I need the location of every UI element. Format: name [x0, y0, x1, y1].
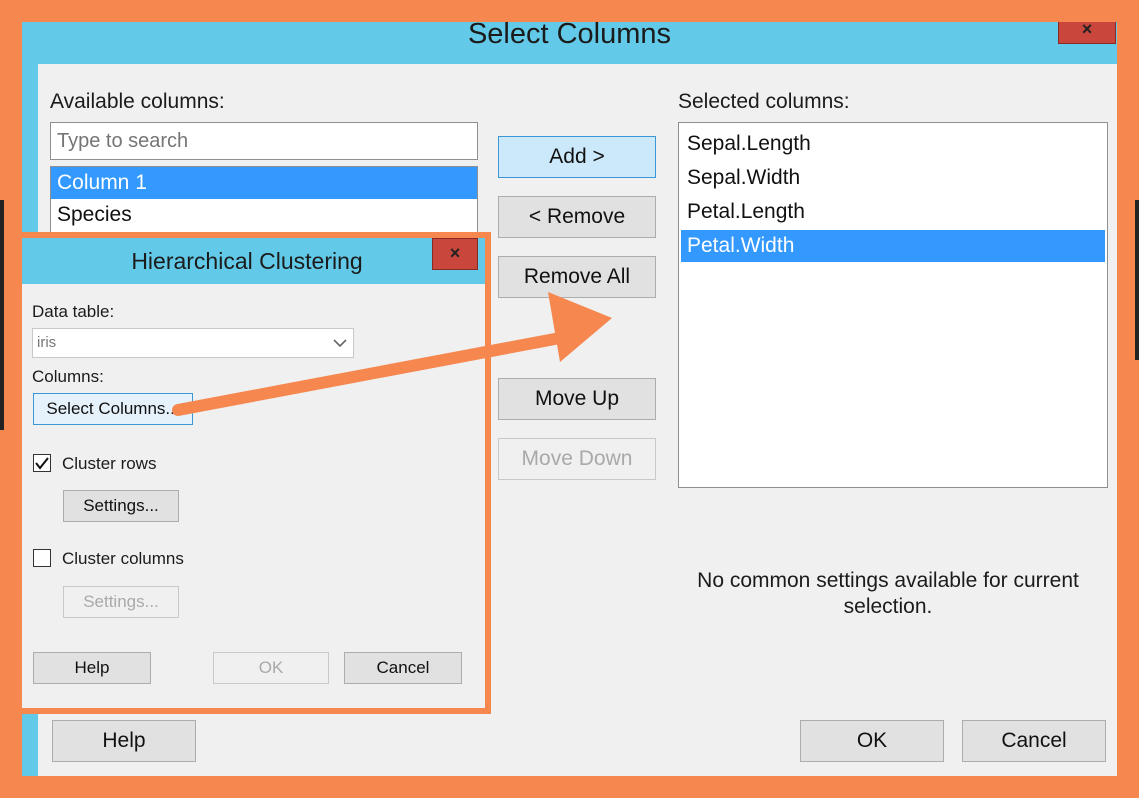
cluster-rows-label: Cluster rows	[62, 454, 157, 473]
background-edge	[0, 200, 4, 430]
move-up-button[interactable]: Move Up	[498, 378, 656, 420]
main-close-button[interactable]: ×	[1058, 18, 1116, 44]
data-table-label: Data table:	[32, 302, 115, 321]
sub-close-button[interactable]: ×	[432, 238, 478, 270]
chevron-down-icon	[333, 339, 347, 348]
close-icon: ×	[1081, 19, 1093, 39]
list-item-sepal-width[interactable]: Sepal.Width	[681, 162, 1105, 194]
columns-label: Columns:	[32, 367, 104, 386]
data-table-value: iris	[37, 334, 57, 351]
remove-all-button[interactable]: Remove All	[498, 256, 656, 298]
add-button[interactable]: Add >	[498, 136, 656, 178]
list-item-petal-length[interactable]: Petal.Length	[681, 196, 1105, 228]
list-item-sepal-length[interactable]: Sepal.Length	[681, 128, 1105, 160]
move-down-button[interactable]: Move Down	[498, 438, 656, 480]
help-button[interactable]: Help	[52, 720, 196, 762]
background-edge	[1135, 200, 1139, 360]
main-dialog-title: Select Columns	[467, 18, 672, 50]
sub-dialog-title: Hierarchical Clustering	[131, 248, 363, 274]
sub-help-button[interactable]: Help	[33, 652, 151, 684]
cluster-columns-settings-button[interactable]: Settings...	[63, 586, 179, 618]
cluster-rows-settings-button[interactable]: Settings...	[63, 490, 179, 522]
cluster-rows-checkbox[interactable]	[33, 454, 51, 472]
select-columns-button[interactable]: Select Columns...	[33, 393, 193, 425]
remove-button[interactable]: < Remove	[498, 196, 656, 238]
ok-button[interactable]: OK	[800, 720, 944, 762]
available-columns-label: Available columns:	[50, 90, 225, 113]
sub-cancel-button[interactable]: Cancel	[344, 652, 462, 684]
close-icon: ×	[449, 243, 461, 263]
list-item-species[interactable]: Species	[51, 199, 477, 231]
cluster-columns-checkbox[interactable]	[33, 549, 51, 567]
settings-message: No common settings available for current…	[697, 569, 1079, 618]
list-item-column-1[interactable]: Column 1	[51, 167, 477, 199]
data-table-select[interactable]: iris	[32, 328, 354, 358]
cancel-button[interactable]: Cancel	[962, 720, 1106, 762]
list-item-petal-width[interactable]: Petal.Width	[681, 230, 1105, 262]
search-input[interactable]	[50, 122, 478, 160]
checkmark-icon	[35, 457, 49, 470]
cluster-columns-label: Cluster columns	[62, 549, 184, 568]
selected-columns-list[interactable]: Sepal.Length Sepal.Width Petal.Length Pe…	[678, 122, 1108, 488]
sub-ok-button[interactable]: OK	[213, 652, 329, 684]
selected-columns-label: Selected columns:	[678, 90, 850, 113]
